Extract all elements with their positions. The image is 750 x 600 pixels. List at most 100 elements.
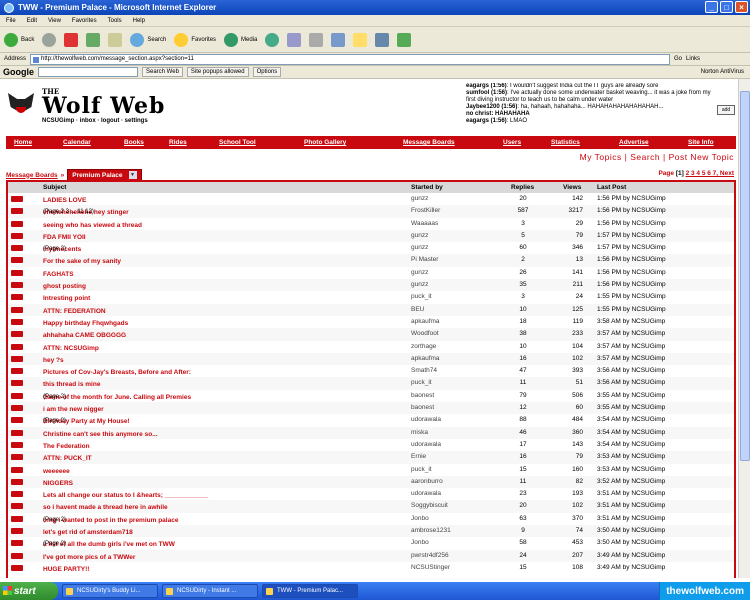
table-row[interactable]: mytmocents (Page 2) gunzz 60 346 1:57 PM by … [8,242,734,254]
table-row[interactable]: Happy birthday Fhqwhgads apkaufma 18 119 3:… [8,316,734,328]
topic-author[interactable]: Woodfoot [411,330,439,337]
table-row[interactable]: NIGGERS aaronburro 11 82 3:52 AM by NCSUGim… [8,475,734,489]
topic-last-post[interactable]: 3:55 AM by NCSUGimp [597,404,665,411]
topic-last-post[interactable]: 1:56 PM by NCSUGimp [597,220,666,227]
table-row[interactable]: Lets all change our status to I &hearts;… [8,488,734,500]
table-row[interactable]: hey ?s apkaufma 16 102 3:57 AM by NCSUGimp [8,352,734,366]
links-button[interactable]: Links [686,56,700,62]
table-row[interactable]: this thread is mine puck_it 11 51 3:56 AM b… [8,377,734,390]
topic-author[interactable]: udorawala [411,441,441,448]
topic-last-post[interactable]: 1:57 PM by NCSUGimp [597,244,666,251]
table-row[interactable]: seeing who has viewed a thread Waaaaas 3 2… [8,218,734,230]
topic-author[interactable]: Ernie [411,453,426,460]
print-button[interactable] [309,32,324,47]
discuss-button[interactable] [353,32,368,47]
topic-author[interactable]: baonest [411,404,434,411]
topic-page-links[interactable]: (Page 2) [43,517,66,523]
topic-author[interactable]: miska [411,429,428,436]
nav-site-info[interactable]: Site Info [688,139,714,146]
topic-author[interactable]: Smath74 [411,367,437,374]
menu-favorites[interactable]: Favorites [72,18,97,24]
topic-author[interactable]: gunzz [411,244,428,251]
topic-last-post[interactable]: 3:52 AM by NCSUGimp [597,478,665,485]
col-replies[interactable]: Replies [511,184,534,191]
nav-rides[interactable]: Rides [169,139,187,146]
table-row[interactable]: ahhahaha CAME OBGGGG Woodfoot 38 233 3:57 A… [8,328,734,341]
home-button[interactable] [108,32,123,47]
nav-calendar[interactable]: Calendar [63,139,91,146]
start-button[interactable]: start [0,582,58,600]
favorites-button[interactable]: Favorites [174,32,216,47]
refresh-button[interactable] [86,32,101,47]
topic-author[interactable]: Jonbo [411,515,429,522]
topic-last-post[interactable]: 3:51 AM by NCSUGimp [597,490,665,497]
table-row[interactable]: ATTN: NCSUGimp zorthage 10 104 3:57 AM by N… [8,341,734,353]
back-button[interactable]: Back [4,32,34,47]
search-web-button[interactable]: Search Web [142,67,183,77]
topic-author[interactable]: puck_it [411,379,432,386]
history-button[interactable] [265,32,280,47]
nav-users[interactable]: Users [503,139,521,146]
menu-help[interactable]: Help [133,18,145,24]
table-row[interactable]: Game of the month for June. Calling all … [8,390,734,402]
site-logo[interactable]: THE Wolf Web NCSUGimp · inbox · logout ·… [4,87,165,124]
topic-last-post[interactable]: 3:56 AM by NCSUGimp [597,379,665,386]
topic-last-post[interactable]: 3:53 AM by NCSUGimp [597,466,665,473]
table-row[interactable]: weeeeee puck_it 15 160 3:53 AM by NCSUGimp [8,464,734,476]
table-row[interactable]: Christine can't see this anymore so... m… [8,426,734,439]
topic-author[interactable]: gunzz [411,281,428,288]
topic-last-post[interactable]: 3:49 AM by NCSUGimp [597,564,665,571]
maximize-button[interactable]: □ [720,1,733,13]
topic-author[interactable]: Waaaaas [411,220,438,227]
breadcrumb-message-boards[interactable]: Message Boards [6,172,58,179]
topic-last-post[interactable]: 3:55 AM by NCSUGimp [597,392,665,399]
google-logo[interactable]: Google [3,67,34,77]
topic-last-post[interactable]: 1:56 PM by NCSUGimp [597,281,666,288]
topic-page-links[interactable]: (Page 2) [43,394,66,400]
nav-statistics[interactable]: Statistics [551,139,580,146]
page-links[interactable]: 2 3 4 5 6 7, Next [686,170,734,177]
task-browser[interactable]: TWW - Premium Palac... [262,584,358,598]
table-row[interactable]: Birthday Party at My House! (Page 2) udor… [8,414,734,426]
topic-author[interactable]: zorthage [411,343,436,350]
topic-links[interactable]: My Topics | Search | Post New Topic [580,152,734,162]
search-button[interactable]: Search [130,32,166,47]
chat-add-button[interactable]: add [717,105,735,115]
scroll-thumb[interactable] [740,91,750,461]
edit-button[interactable] [331,32,346,47]
topic-author[interactable]: FrostKiller [411,207,440,214]
topic-last-post[interactable]: 3:57 AM by NCSUGimp [597,330,665,337]
topic-page-links[interactable]: (Page 2) [43,246,66,252]
topic-last-post[interactable]: 3:51 AM by NCSUGimp [597,515,665,522]
table-row[interactable]: I've got more pics of a TWWer pwrstr4df2… [8,549,734,562]
topic-last-post[interactable]: 3:54 AM by NCSUGimp [597,429,665,436]
topic-last-post[interactable]: 3:53 AM by NCSUGimp [597,453,665,460]
topic-last-post[interactable]: 1:56 PM by NCSUGimp [597,269,666,276]
topic-last-post[interactable]: 1:56 PM by NCSUGimp [597,256,666,263]
topic-last-post[interactable]: 3:58 AM by NCSUGimp [597,318,665,325]
topic-author[interactable]: NCSUStinger [411,564,450,571]
topic-author[interactable]: ambrose1231 [411,527,451,534]
norton-antivirus-button[interactable]: Norton AntiVirus [701,69,744,75]
topic-author[interactable]: udorawala [411,490,441,497]
topic-last-post[interactable]: 3:56 AM by NCSUGimp [597,367,665,374]
topic-last-post[interactable]: 3:51 AM by NCSUGimp [597,502,665,509]
forward-button[interactable] [42,32,57,47]
topic-author[interactable]: gunzz [411,269,428,276]
topic-page-links[interactable]: (Page 2 3 ... 11 12) [43,209,94,215]
minimize-button[interactable]: _ [705,1,718,13]
topic-author[interactable]: gunzz [411,232,428,239]
popup-blocker-status[interactable]: Site popups allowed [186,67,249,77]
user-links[interactable]: NCSUGimp · inbox · logout · settings [42,118,165,124]
table-row[interactable]: ATTN: PUCK_IT Ernie 16 79 3:53 AM by NCSUGi… [8,451,734,464]
col-last-post[interactable]: Last Post [597,184,626,191]
close-button[interactable]: × [735,1,748,13]
topic-author[interactable]: udorawala [411,416,441,423]
nav-advertise[interactable]: Advertise [619,139,649,146]
table-row[interactable]: a list of all the dumb girls i've met on… [8,537,734,549]
topic-author[interactable]: apkaufma [411,355,440,362]
topic-author[interactable]: pwrstr4df256 [411,552,449,559]
topic-last-post[interactable]: 1:57 PM by NCSUGimp [597,232,666,239]
table-row[interactable]: The Federation udorawala 17 143 3:54 AM by … [8,439,734,451]
table-row[interactable]: HUGE PARTY!! NCSUStinger 15 108 3:49 AM by … [8,562,734,574]
